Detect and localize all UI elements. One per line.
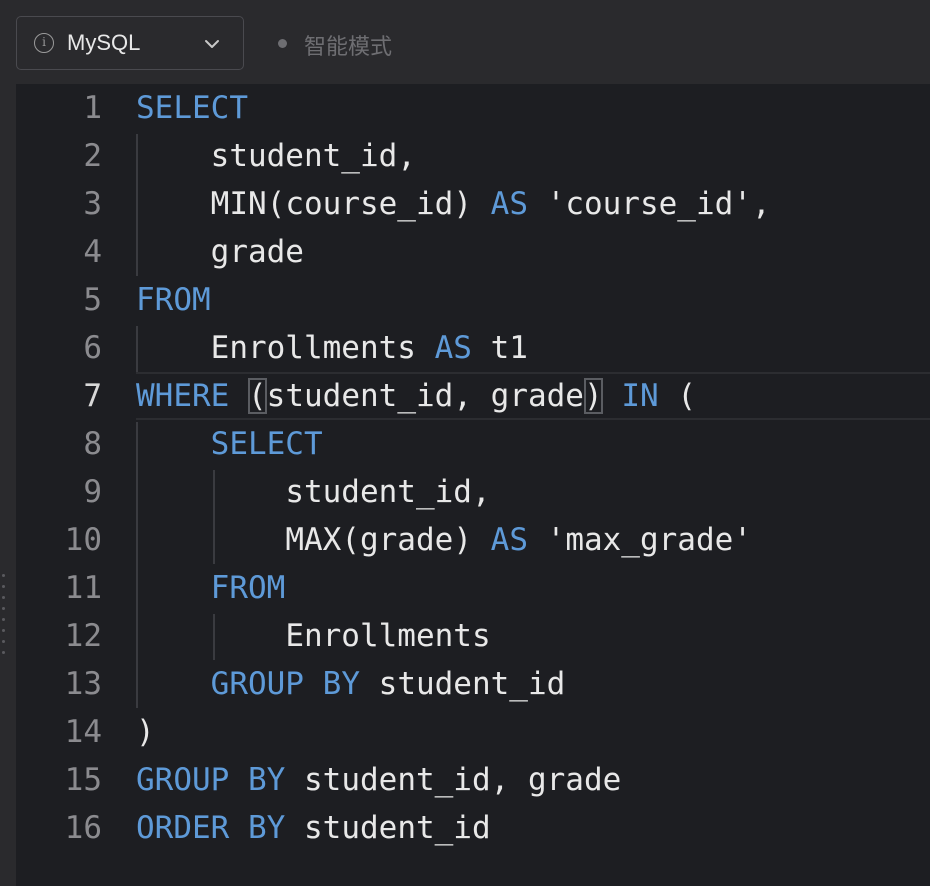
code-line[interactable]: 11 FROM — [16, 564, 930, 612]
line-number: 6 — [83, 330, 102, 366]
line-number: 11 — [64, 570, 102, 606]
code-line[interactable]: 8 SELECT — [16, 420, 930, 468]
code-line[interactable]: 14) — [16, 708, 930, 756]
code-line[interactable]: 4 grade — [16, 228, 930, 276]
code-text[interactable]: student_id, — [136, 468, 490, 516]
code-text[interactable]: SELECT — [136, 84, 248, 132]
code-line[interactable]: 2 student_id, — [16, 132, 930, 180]
code-text[interactable]: GROUP BY student_id, grade — [136, 756, 621, 804]
code-line[interactable]: 5 FROM — [16, 276, 930, 324]
line-number: 10 — [64, 522, 102, 558]
code-line[interactable]: 9 student_id, — [16, 468, 930, 516]
line-number: 3 — [83, 186, 102, 222]
line-number: 2 — [83, 138, 102, 174]
code-line[interactable]: 7 WHERE (student_id, grade) IN ( — [16, 372, 930, 420]
code-text[interactable]: SELECT — [136, 420, 323, 468]
editor-toolbar: i MySQL 智能模式 — [0, 0, 930, 84]
line-number: 15 — [64, 762, 102, 798]
line-number: 4 — [83, 234, 102, 270]
code-text[interactable]: Enrollments AS t1 — [136, 324, 528, 372]
line-number: 14 — [64, 714, 102, 750]
code-text[interactable]: FROM — [136, 564, 286, 612]
code-line[interactable]: 1 SELECT — [16, 84, 930, 132]
code-text[interactable]: MAX(grade) AS 'max_grade' — [136, 516, 752, 564]
code-line[interactable]: 12 Enrollments — [16, 612, 930, 660]
line-number: 16 — [64, 810, 102, 846]
code-text[interactable]: GROUP BY student_id — [136, 660, 566, 708]
code-line[interactable]: 13 GROUP BY student_id — [16, 660, 930, 708]
code-text[interactable]: FROM — [136, 276, 211, 324]
code-text[interactable]: WHERE (student_id, grade) IN ( — [136, 372, 696, 420]
line-number: 7 — [83, 378, 102, 414]
resize-handle[interactable] — [2, 574, 6, 664]
code-text[interactable]: ) — [136, 708, 155, 756]
code-line[interactable]: 6 Enrollments AS t1 — [16, 324, 930, 372]
code-line[interactable]: 16 ORDER BY student_id — [16, 804, 930, 852]
line-number: 5 — [83, 282, 102, 318]
line-number: 9 — [83, 474, 102, 510]
chevron-down-icon — [205, 40, 219, 48]
code-line[interactable]: 15 GROUP BY student_id, grade — [16, 756, 930, 804]
line-number: 8 — [83, 426, 102, 462]
smart-mode-toggle[interactable]: 智能模式 — [304, 29, 392, 61]
language-label: MySQL — [67, 30, 141, 55]
code-line[interactable]: 3 MIN(course_id) AS 'course_id', — [16, 180, 930, 228]
mode-status-dot — [278, 39, 287, 48]
code-text[interactable]: Enrollments — [136, 612, 490, 660]
code-editor[interactable]: 1 SELECT 2 student_id, 3 MIN(course_id) AS … — [16, 84, 930, 886]
language-select[interactable]: i MySQL — [16, 16, 244, 70]
code-text[interactable]: student_id, — [136, 132, 416, 180]
code-line[interactable]: 10 MAX(grade) AS 'max_grade' — [16, 516, 930, 564]
line-number: 13 — [64, 666, 102, 702]
code-text[interactable]: MIN(course_id) AS 'course_id', — [136, 180, 771, 228]
code-text[interactable]: ORDER BY student_id — [136, 804, 491, 852]
code-text[interactable]: grade — [136, 228, 304, 276]
info-icon: i — [34, 33, 54, 53]
line-number: 12 — [64, 618, 102, 654]
line-number: 1 — [83, 90, 102, 126]
